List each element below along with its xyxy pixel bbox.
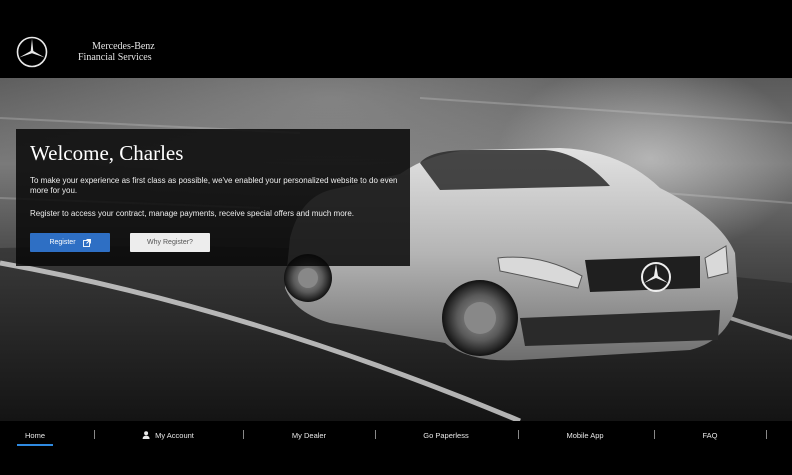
person-icon bbox=[142, 431, 150, 439]
nav-item-mobile-app[interactable]: Mobile App bbox=[566, 431, 603, 440]
nav-divider bbox=[243, 430, 244, 439]
site-header: Mercedes-Benz Financial Services bbox=[0, 0, 792, 78]
welcome-intro-text: To make your experience as first class a… bbox=[30, 176, 398, 195]
external-link-icon bbox=[82, 238, 91, 247]
register-button-label: Register bbox=[49, 239, 76, 246]
nav-item-go-paperless[interactable]: Go Paperless bbox=[423, 431, 468, 440]
nav-item-home[interactable]: Home bbox=[16, 431, 54, 446]
welcome-title: Welcome, Charles bbox=[30, 141, 184, 165]
nav-divider bbox=[654, 430, 655, 439]
nav-item-label: My Account bbox=[155, 431, 194, 440]
nav-divider bbox=[375, 430, 376, 439]
nav-item-faq[interactable]: FAQ bbox=[702, 431, 717, 440]
brand-line-2: Financial Services bbox=[78, 52, 152, 63]
why-register-button-label: Why Register? bbox=[147, 239, 193, 246]
nav-item-my-account[interactable]: My Account bbox=[142, 431, 194, 440]
mercedes-star-icon[interactable] bbox=[16, 36, 48, 68]
nav-divider bbox=[766, 430, 767, 439]
footer-nav: Home My Account My Dealer Go Paperless M… bbox=[0, 421, 792, 475]
why-register-button[interactable]: Why Register? bbox=[130, 233, 210, 252]
nav-divider bbox=[94, 430, 95, 439]
welcome-panel: Welcome, Charles To make your experience… bbox=[16, 129, 410, 266]
brand-name: Mercedes-Benz Financial Services bbox=[78, 41, 155, 63]
welcome-register-text: Register to access your contract, manage… bbox=[30, 209, 355, 218]
nav-item-my-dealer[interactable]: My Dealer bbox=[292, 431, 326, 440]
brand-line-1: Mercedes-Benz bbox=[92, 41, 155, 52]
nav-divider bbox=[518, 430, 519, 439]
register-button[interactable]: Register bbox=[30, 233, 110, 252]
